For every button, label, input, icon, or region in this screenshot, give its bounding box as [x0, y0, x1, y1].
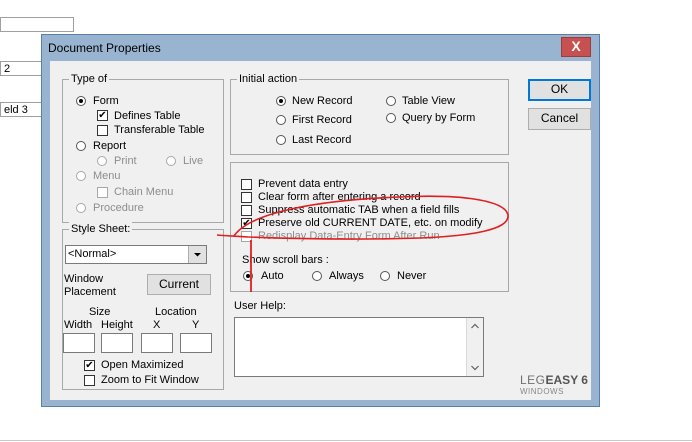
transferable-table-checkbox[interactable]: [97, 125, 108, 136]
procedure-radio[interactable]: [76, 203, 86, 213]
suppress-tab-label: Suppress automatic TAB when a field fill…: [258, 204, 460, 216]
new-record-label: New Record: [292, 95, 353, 107]
background-field-2: 2: [0, 61, 42, 76]
preserve-date-label: Preserve old CURRENT DATE, etc. on modif…: [258, 217, 483, 229]
live-radio[interactable]: [166, 156, 176, 166]
x-input[interactable]: [141, 333, 173, 353]
scroll-bars-label: Show scroll bars :: [242, 254, 329, 266]
form-label: Form: [93, 95, 119, 107]
y-input[interactable]: [180, 333, 212, 353]
open-maximized-label: Open Maximized: [101, 359, 184, 371]
open-maximized-checkbox[interactable]: ✔: [84, 360, 95, 371]
new-record-radio[interactable]: [276, 96, 286, 106]
initial-action-group: Initial action New Record First Record L…: [230, 72, 509, 155]
dialog-title: Document Properties: [48, 41, 161, 55]
first-record-radio[interactable]: [276, 115, 286, 125]
zoom-to-fit-label: Zoom to Fit Window: [101, 374, 199, 386]
procedure-label: Procedure: [93, 202, 144, 214]
transferable-table-label: Transferable Table: [114, 124, 205, 136]
window-placement-label: Window Placement: [64, 273, 116, 298]
options-group: Prevent data entry Clear form after ente…: [230, 162, 509, 292]
scroll-always-label: Always: [329, 270, 364, 282]
prevent-data-entry-checkbox[interactable]: [241, 179, 252, 190]
report-radio[interactable]: [76, 141, 86, 151]
document-properties-dialog: Document Properties X Type of Form ✔ Def…: [41, 34, 600, 407]
first-record-label: First Record: [292, 114, 352, 126]
preserve-date-checkbox[interactable]: ✔: [241, 218, 252, 229]
legeasy-logo: LEGEASY 6 WINDOWS: [520, 373, 590, 403]
scroll-always-radio[interactable]: [312, 271, 322, 281]
print-label: Print: [114, 155, 137, 167]
brand-easy: EASY 6: [545, 373, 588, 387]
scroll-up-icon[interactable]: [467, 318, 483, 334]
width-label: Width: [64, 319, 93, 331]
close-button[interactable]: X: [561, 37, 591, 57]
scrollbar[interactable]: [466, 318, 483, 376]
background-field-top: [0, 17, 74, 32]
brand-sub: WINDOWS: [520, 387, 564, 396]
cancel-button[interactable]: Cancel: [528, 108, 591, 130]
menu-radio[interactable]: [76, 171, 86, 181]
scroll-never-label: Never: [397, 270, 427, 282]
title-bar[interactable]: Document Properties X: [42, 35, 599, 61]
width-input[interactable]: [63, 333, 95, 353]
style-sheet-value: <Normal>: [68, 248, 117, 260]
type-of-group: Type of Form ✔ Defines Table Transferabl…: [62, 72, 224, 223]
close-icon: X: [571, 38, 581, 54]
chain-menu-label: Chain Menu: [114, 186, 174, 198]
size-label: Size: [89, 306, 111, 318]
report-label: Report: [93, 140, 127, 152]
style-sheet-select[interactable]: <Normal>: [65, 245, 207, 264]
chevron-down-icon: [194, 253, 201, 257]
menu-label: Menu: [93, 170, 121, 182]
zoom-to-fit-checkbox[interactable]: [84, 375, 95, 386]
dropdown-button[interactable]: [188, 246, 206, 263]
table-view-radio[interactable]: [386, 96, 396, 106]
background-divider: [0, 440, 692, 441]
style-sheet-legend: Style Sheet:: [69, 222, 133, 236]
last-record-label: Last Record: [292, 134, 352, 146]
height-label: Height: [101, 319, 133, 331]
dialog-client-area: Type of Form ✔ Defines Table Transferabl…: [50, 61, 591, 400]
redisplay-checkbox[interactable]: [241, 231, 252, 242]
ok-button[interactable]: OK: [528, 79, 591, 101]
x-label: X: [153, 319, 161, 331]
user-help-label: User Help:: [234, 300, 286, 312]
scroll-auto-label: Auto: [261, 270, 284, 282]
defines-table-checkbox[interactable]: ✔: [97, 110, 108, 121]
current-button[interactable]: Current: [147, 274, 211, 295]
print-radio[interactable]: [97, 156, 107, 166]
suppress-tab-checkbox[interactable]: [241, 205, 252, 216]
height-input[interactable]: [101, 333, 133, 353]
form-radio[interactable]: [76, 96, 86, 106]
type-of-legend: Type of: [69, 72, 110, 86]
style-sheet-group: Style Sheet: <Normal> Window Placement C…: [62, 222, 224, 390]
clear-form-checkbox[interactable]: [241, 192, 252, 203]
background-field-3: eld 3: [0, 102, 42, 117]
scroll-never-radio[interactable]: [380, 271, 390, 281]
scroll-auto-radio[interactable]: [243, 271, 253, 281]
location-label: Location: [155, 306, 197, 318]
chain-menu-checkbox[interactable]: [97, 187, 108, 198]
y-label: Y: [192, 319, 200, 331]
clear-form-label: Clear form after entering a record: [258, 191, 421, 203]
last-record-radio[interactable]: [276, 135, 286, 145]
table-view-label: Table View: [402, 95, 455, 107]
live-label: Live: [183, 155, 204, 167]
initial-action-legend: Initial action: [237, 72, 300, 86]
redisplay-label: Redisplay Data-Entry Form After Run: [258, 230, 440, 242]
brand-leg: LEG: [520, 373, 546, 387]
prevent-data-entry-label: Prevent data entry: [258, 178, 348, 190]
scroll-down-icon[interactable]: [467, 360, 483, 376]
defines-table-label: Defines Table: [114, 110, 181, 122]
query-by-form-radio[interactable]: [386, 113, 396, 123]
user-help-textarea[interactable]: [234, 317, 484, 377]
query-by-form-label: Query by Form: [402, 112, 476, 124]
